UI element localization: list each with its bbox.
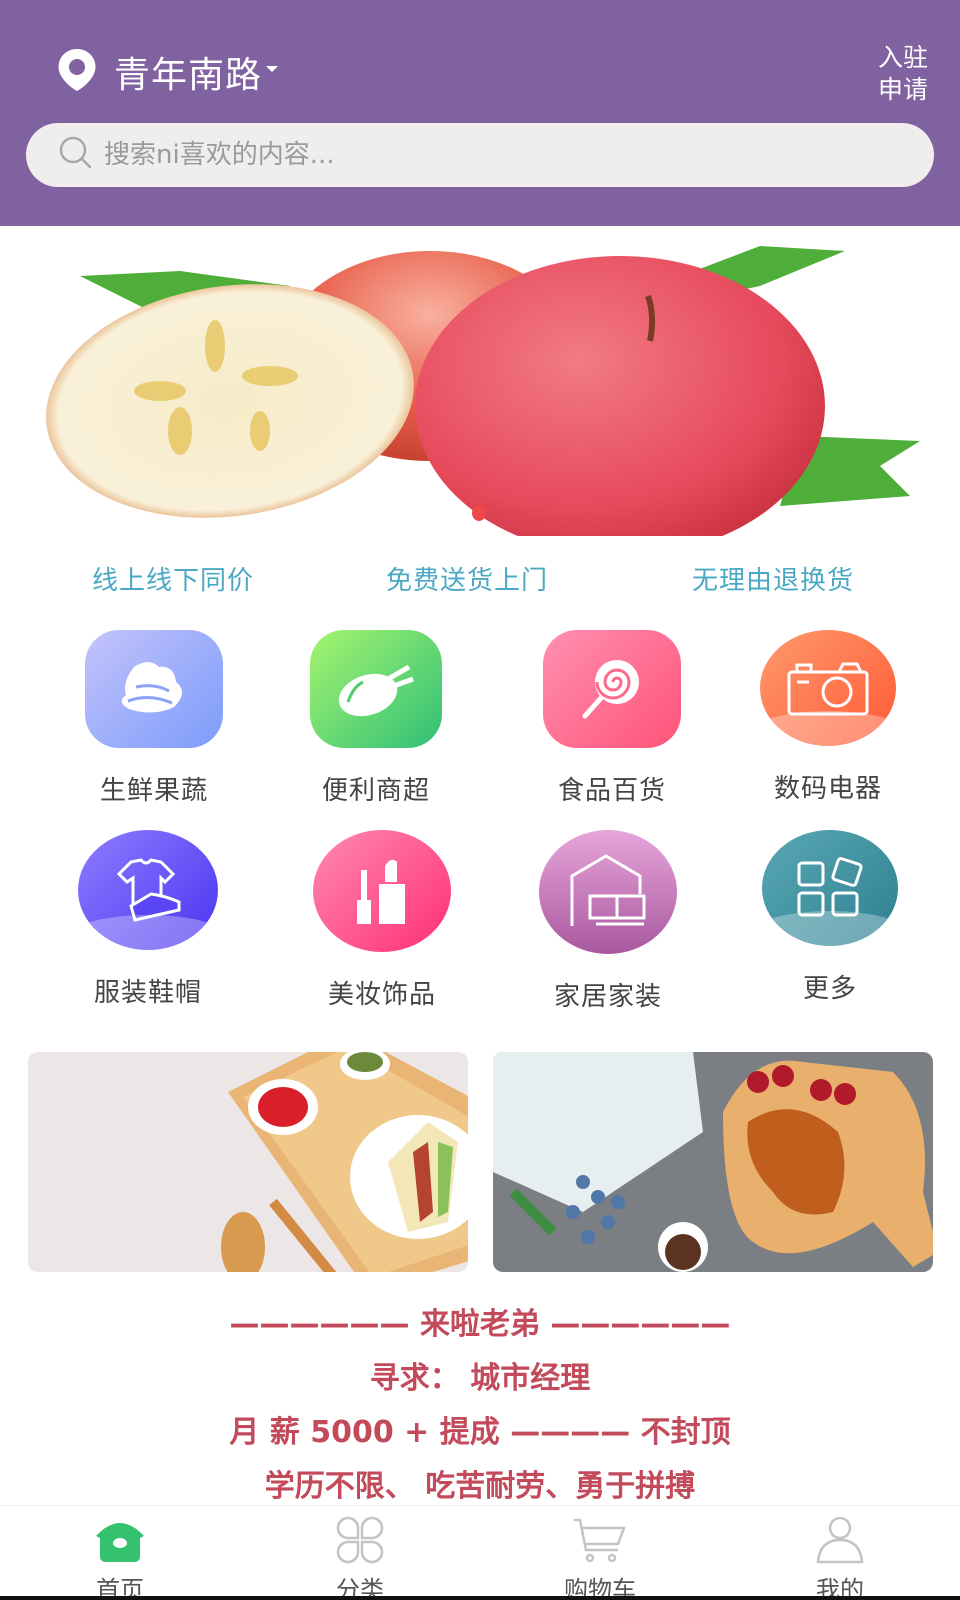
promo-card-sandwich[interactable] (28, 1052, 468, 1272)
category-electronics[interactable]: 数码电器 (738, 630, 918, 805)
user-icon (812, 1516, 868, 1568)
category-label: 数码电器 (773, 774, 882, 804)
cosmetics-icon (313, 830, 451, 952)
promo-image-sandwich (28, 1052, 468, 1272)
category-home-furnishing[interactable]: 家居家装 (518, 830, 698, 1013)
recruit-position: 寻求： 城市经理 (369, 1361, 591, 1396)
map-pin-icon (56, 47, 98, 97)
location-label: 青年南路 (114, 55, 263, 96)
search-icon (56, 133, 96, 177)
recruitment-notice: —————— 来啦老弟 —————— 寻求： 城市经理 月 薪 5000 + 提… (0, 1298, 960, 1514)
category-food-groceries[interactable]: 食品百货 (522, 630, 702, 807)
category-label: 美妆饰品 (327, 980, 436, 1010)
category-apparel[interactable]: 服装鞋帽 (58, 830, 238, 1009)
screen-bottom-edge (0, 1596, 960, 1600)
apply-line-2: 申请 (877, 75, 928, 104)
category-cosmetics[interactable]: 美妆饰品 (292, 830, 472, 1011)
apply-join-button[interactable]: 入驻 申请 (878, 42, 928, 106)
promo-image-croissant (493, 1052, 933, 1272)
roast-chicken-icon (310, 630, 442, 748)
apply-line-1: 入驻 (877, 43, 928, 72)
more-grid-icon (762, 830, 898, 946)
recruit-salary: 月 薪 5000 + 提成 ———— 不封顶 (229, 1415, 731, 1450)
category-fresh-produce[interactable]: 生鲜果蔬 (64, 630, 244, 807)
category-label: 家居家装 (553, 982, 662, 1012)
tab-home[interactable]: 首页 (0, 1506, 240, 1600)
caret-down-icon (266, 66, 279, 72)
search-bar[interactable] (26, 123, 934, 187)
category-icon (332, 1516, 388, 1568)
cart-icon (572, 1516, 628, 1568)
recruit-headline: —————— 来啦老弟 —————— (229, 1307, 731, 1342)
category-label: 服装鞋帽 (93, 978, 202, 1008)
vegetables-icon (85, 630, 223, 748)
tab-category[interactable]: 分类 (240, 1506, 480, 1600)
home-icon (92, 1516, 148, 1568)
category-label: 生鲜果蔬 (99, 776, 208, 806)
carousel-indicator-dot[interactable] (472, 505, 486, 521)
category-more[interactable]: 更多 (740, 830, 920, 1005)
promise-same-price: 线上线下同价 (92, 566, 255, 596)
clothes-shoes-icon (78, 830, 218, 950)
home-furniture-icon (539, 830, 677, 954)
lollipop-icon (543, 630, 681, 748)
tab-profile[interactable]: 我的 (720, 1506, 960, 1600)
banner-carousel[interactable] (0, 226, 960, 536)
search-input[interactable] (104, 140, 864, 170)
header-bar: 青年南路 入驻 申请 (0, 0, 960, 226)
promo-card-croissant[interactable] (493, 1052, 933, 1272)
category-convenience-store[interactable]: 便利商超 (286, 630, 466, 807)
tab-cart[interactable]: 购物车 (480, 1506, 720, 1600)
category-label: 更多 (802, 974, 857, 1004)
bottom-tab-bar: 首页 分类 购物车 我的 (0, 1505, 960, 1600)
banner-image (46, 246, 920, 536)
category-label: 便利商超 (321, 776, 430, 806)
promise-free-delivery: 免费送货上门 (386, 566, 549, 596)
promise-free-returns: 无理由退换货 (692, 566, 855, 596)
camera-icon (760, 630, 896, 746)
category-label: 食品百货 (557, 776, 666, 806)
location-selector[interactable]: 青年南路 (56, 46, 279, 98)
